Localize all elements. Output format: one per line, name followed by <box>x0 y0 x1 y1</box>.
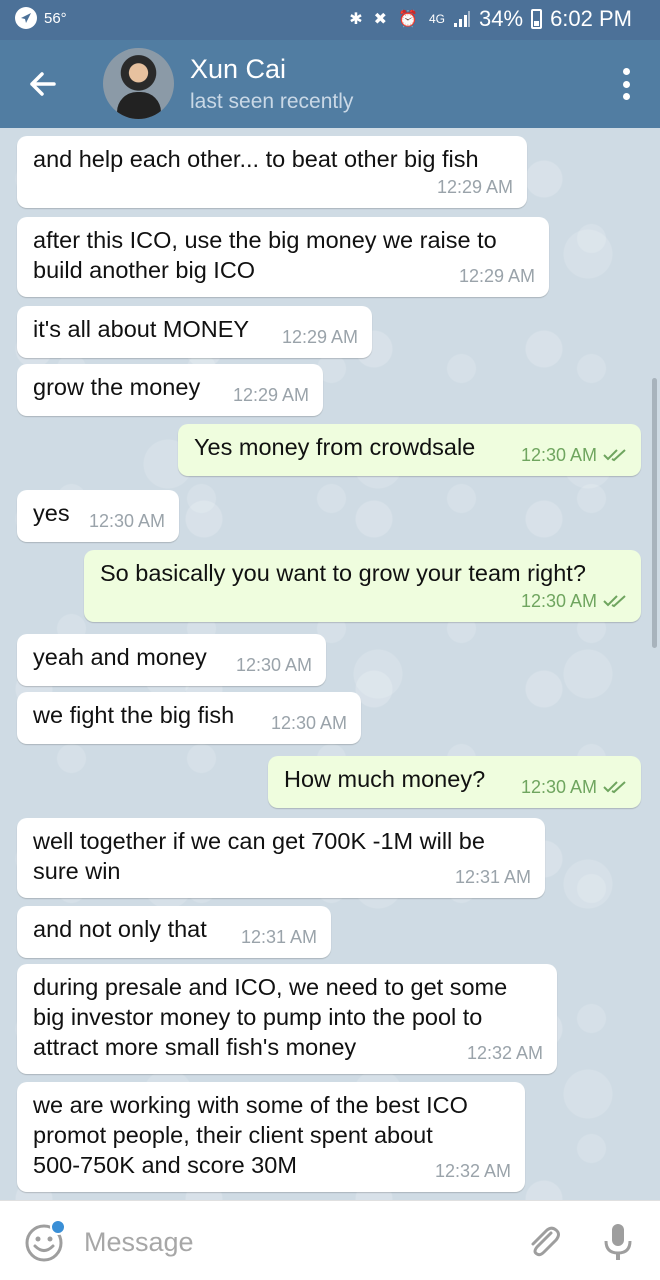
microphone-icon[interactable] <box>600 1221 636 1263</box>
message-time: 12:31 AM <box>454 867 531 887</box>
message-bubble-outgoing[interactable]: So basically you want to grow your team … <box>84 550 641 622</box>
message-bubble[interactable]: yeah and money 12:30 AM <box>17 634 326 686</box>
mute-icon: ✖ <box>373 11 391 28</box>
signal-icon <box>454 11 471 27</box>
message-time: 12:30 AM <box>520 445 597 465</box>
clock: 6:02 PM <box>550 6 632 31</box>
scrollbar[interactable] <box>652 378 657 648</box>
contact-status: last seen recently <box>190 90 354 113</box>
message-bubble-outgoing[interactable]: Yes money from crowdsale 12:30 AM <box>178 424 641 476</box>
read-check-icon <box>603 595 626 608</box>
notification-dot <box>50 1219 66 1235</box>
message-time: 12:31 AM <box>240 927 317 947</box>
back-arrow-icon[interactable] <box>22 64 62 104</box>
message-text: and help each other... to beat other big… <box>33 146 479 172</box>
status-left: 56° <box>14 6 67 30</box>
message-time: 12:30 AM <box>270 713 347 733</box>
message-time: 12:30 AM <box>235 655 312 675</box>
message-input[interactable] <box>84 1223 484 1261</box>
message-time: 12:29 AM <box>232 385 309 405</box>
contact-name[interactable]: Xun Cai <box>190 54 286 85</box>
bluetooth-icon: ✱ <box>349 11 366 28</box>
chat-header: Xun Cai last seen recently <box>0 40 660 128</box>
status-bar: 56° ✱ ✖ ⏰ 4G 34% 6:02 PM <box>0 0 660 40</box>
message-bubble[interactable]: we fight the big fish 12:30 AM <box>17 692 361 744</box>
message-bubble[interactable]: well together if we can get 700K -1M wil… <box>17 818 545 898</box>
message-bubble[interactable]: after this ICO, use the big money we rai… <box>17 217 549 297</box>
read-check-icon <box>603 449 626 462</box>
message-time: 12:29 AM <box>458 266 535 286</box>
message-bubble[interactable]: and not only that 12:31 AM <box>17 906 331 958</box>
message-bubble[interactable]: during presale and ICO, we need to get s… <box>17 964 557 1074</box>
avatar[interactable] <box>103 48 174 119</box>
message-bubble[interactable]: it's all about MONEY 12:29 AM <box>17 306 372 358</box>
read-check-icon <box>603 781 626 794</box>
message-bubble[interactable]: grow the money 12:29 AM <box>17 364 323 416</box>
more-menu-icon[interactable] <box>622 68 630 100</box>
message-input-bar <box>0 1200 660 1280</box>
message-text: during presale and ICO, we need to get s… <box>33 974 508 1060</box>
message-time: 12:30 AM <box>520 777 597 797</box>
message-time: 12:29 AM <box>436 177 513 197</box>
status-right: ✱ ✖ ⏰ 4G 34% 6:02 PM <box>349 6 632 32</box>
message-time: 12:30 AM <box>88 511 165 531</box>
chat-area[interactable]: and help each other... to beat other big… <box>0 128 660 1200</box>
message-text: So basically you want to grow your team … <box>100 560 586 586</box>
message-time: 12:32 AM <box>434 1161 511 1181</box>
message-bubble-outgoing[interactable]: How much money? 12:30 AM <box>268 756 641 808</box>
alarm-icon: ⏰ <box>398 11 421 28</box>
message-bubble[interactable]: we are working with some of the best ICO… <box>17 1082 525 1192</box>
battery-percent: 34% <box>479 6 524 31</box>
network-label: 4G <box>429 12 446 26</box>
temperature: 56° <box>44 9 67 27</box>
message-bubble[interactable]: and help each other... to beat other big… <box>17 136 527 208</box>
message-time: 12:29 AM <box>281 327 358 347</box>
message-time: 12:30 AM <box>520 591 597 611</box>
navigation-icon <box>15 7 37 29</box>
message-bubble[interactable]: yes 12:30 AM <box>17 490 179 542</box>
message-time: 12:32 AM <box>466 1043 543 1063</box>
attach-icon[interactable] <box>523 1221 565 1263</box>
battery-icon <box>531 9 543 29</box>
